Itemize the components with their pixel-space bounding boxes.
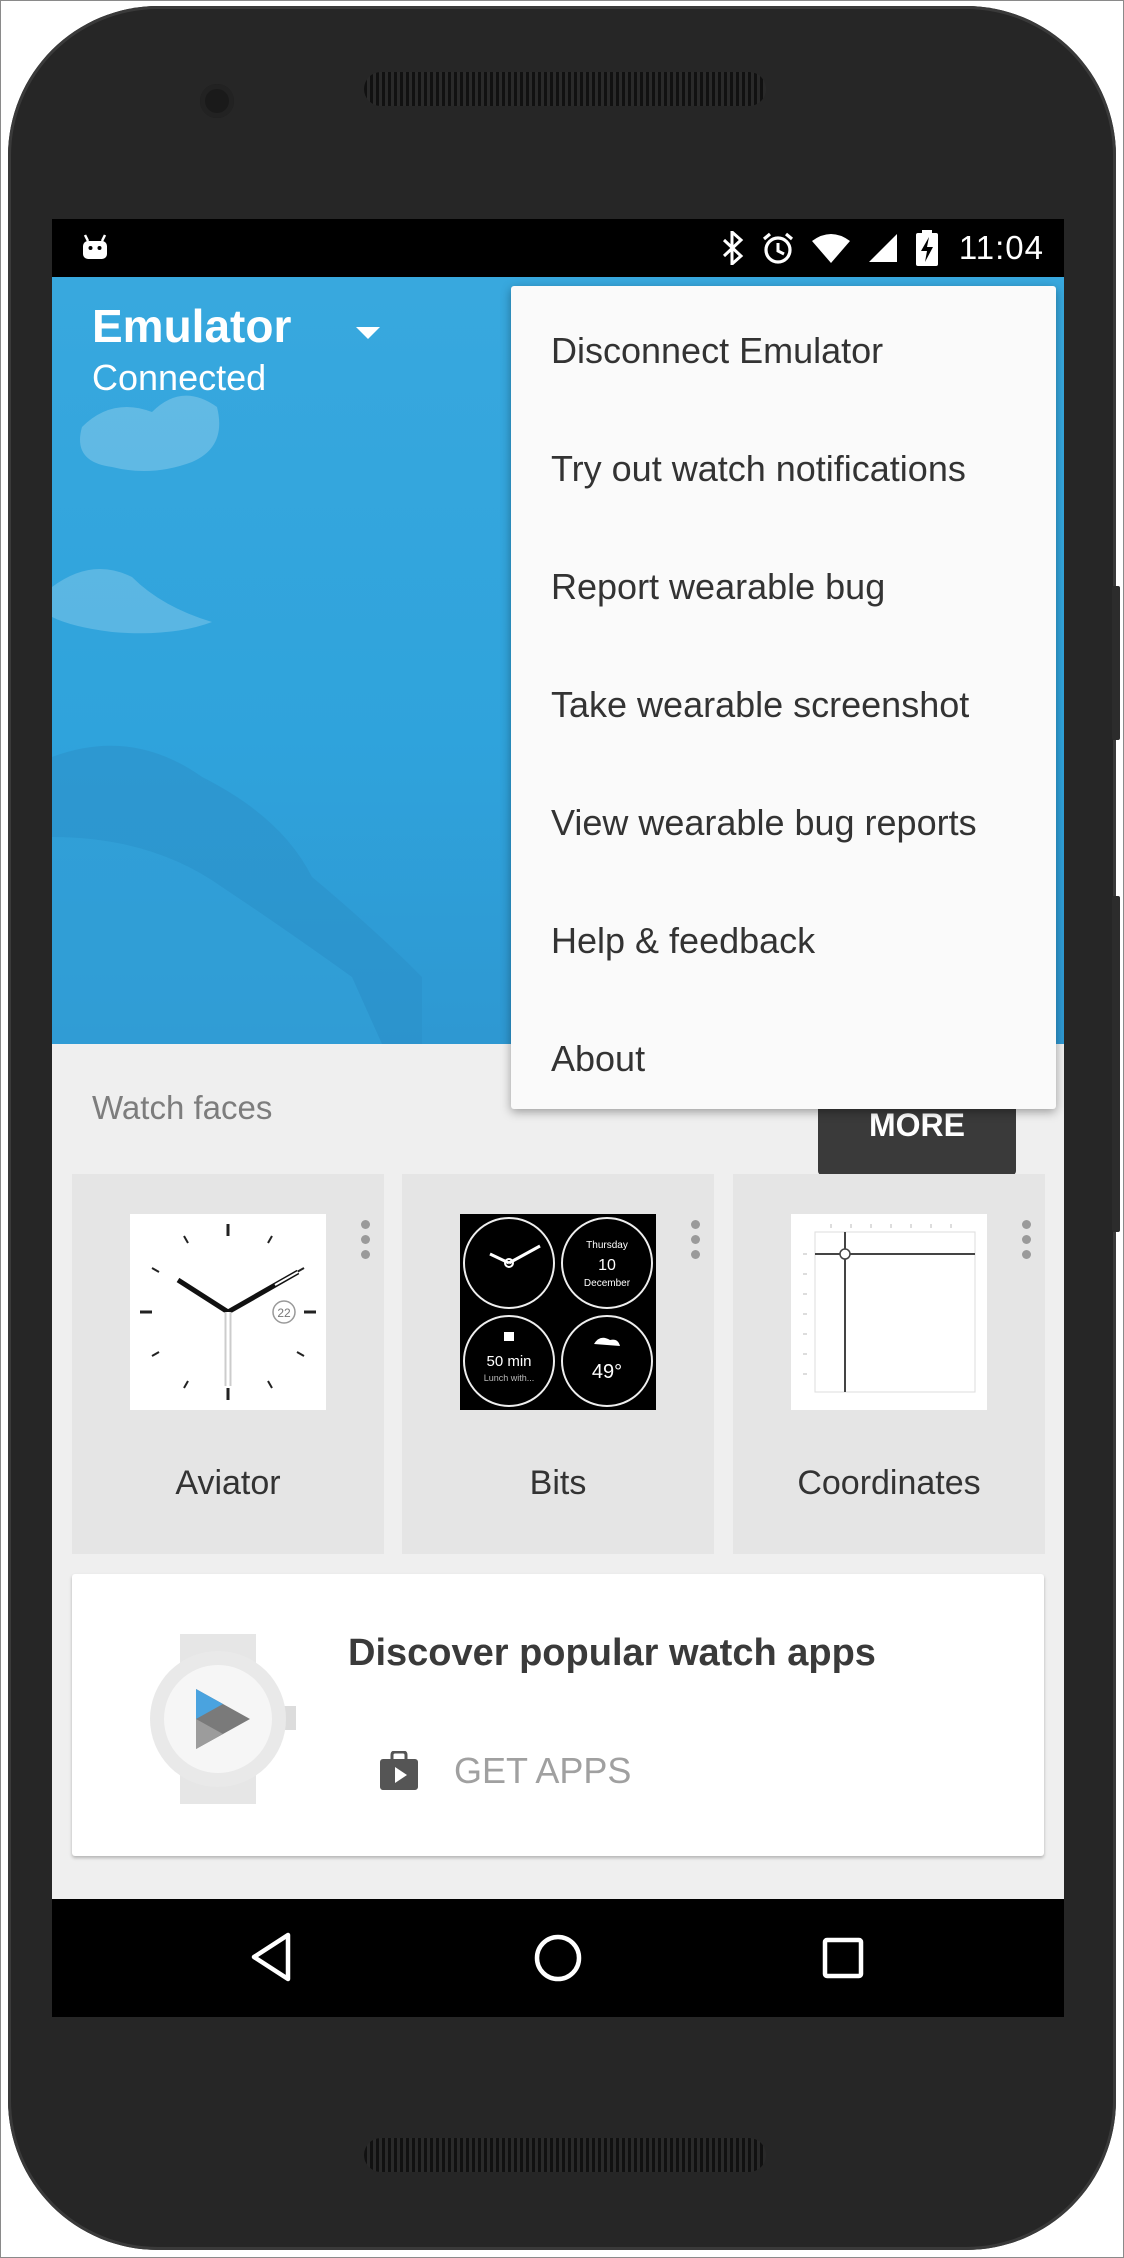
watch-face-thumbnail — [791, 1214, 987, 1410]
menu-item-view-bug-reports[interactable]: View wearable bug reports — [511, 764, 1056, 882]
wifi-icon — [811, 234, 850, 263]
power-button — [1112, 586, 1120, 740]
home-icon[interactable] — [533, 1933, 583, 1983]
discover-apps-card: Discover popular watch apps GET APPS — [72, 1574, 1044, 1856]
status-time: 11:04 — [958, 229, 1044, 266]
watch-face-card-bits[interactable]: Thursday 10 December 50 min Lunch with..… — [402, 1174, 714, 1554]
watch-face-menu-icon[interactable] — [1021, 1220, 1031, 1259]
device-dropdown-icon[interactable] — [356, 327, 380, 339]
device-status: Connected — [92, 357, 267, 398]
navigation-bar — [52, 1899, 1064, 2017]
watch-face-thumbnail: Thursday 10 December 50 min Lunch with..… — [460, 1214, 656, 1410]
bits-event-time: 50 min — [486, 1353, 531, 1370]
watch-face-card-aviator[interactable]: 22 Aviator — [72, 1174, 384, 1554]
bits-day: Thursday — [586, 1240, 628, 1251]
bits-event-text: Lunch with... — [484, 1373, 535, 1383]
overflow-menu: Disconnect Emulator Try out watch notifi… — [511, 286, 1056, 1109]
bits-date: 10 — [598, 1257, 616, 1274]
watch-face-name: Bits — [529, 1464, 587, 1502]
menu-item-help-feedback[interactable]: Help & feedback — [511, 882, 1056, 1000]
menu-item-about[interactable]: About — [511, 1000, 1056, 1118]
cellular-icon — [868, 234, 897, 262]
watch-play-store-icon — [150, 1634, 296, 1804]
watch-face-menu-icon[interactable] — [360, 1220, 370, 1259]
screen: 11:04 Emulator Connected Watch faces MOR… — [52, 219, 1064, 2017]
menu-item-report-bug[interactable]: Report wearable bug — [511, 528, 1056, 646]
menu-item-try-notifications[interactable]: Try out watch notifications — [511, 410, 1056, 528]
bits-temperature: 49° — [592, 1361, 622, 1383]
watch-face-card-coordinates[interactable]: Coordinates — [733, 1174, 1045, 1554]
watch-face-menu-icon[interactable] — [690, 1220, 700, 1259]
calendar-icon — [504, 1332, 514, 1341]
watch-face-name: Aviator — [175, 1464, 281, 1502]
battery-charging-icon — [915, 230, 938, 266]
bits-month: December — [584, 1278, 631, 1289]
bottom-speaker — [364, 2138, 766, 2172]
front-camera — [200, 84, 234, 118]
volume-button — [1112, 896, 1120, 1232]
alarm-icon — [762, 232, 793, 264]
weather-icon — [594, 1337, 620, 1346]
top-speaker — [364, 72, 766, 106]
android-notification-icon — [83, 234, 107, 259]
bluetooth-icon — [722, 231, 744, 265]
get-apps-label: GET APPS — [454, 1750, 632, 1791]
menu-item-take-screenshot[interactable]: Take wearable screenshot — [511, 646, 1056, 764]
device-name[interactable]: Emulator — [92, 299, 291, 353]
get-apps-button[interactable]: GET APPS — [378, 1750, 631, 1792]
discover-apps-title: Discover popular watch apps — [348, 1632, 876, 1674]
status-bar: 11:04 — [52, 219, 1064, 277]
play-store-bag-icon — [380, 1751, 418, 1790]
watch-face-thumbnail: 22 — [130, 1214, 326, 1410]
menu-item-disconnect[interactable]: Disconnect Emulator — [511, 286, 1056, 410]
back-icon[interactable] — [248, 1931, 296, 1983]
watch-faces-label: Watch faces — [92, 1089, 273, 1126]
aviator-date-badge: 22 — [277, 1306, 291, 1320]
recents-icon[interactable] — [821, 1936, 865, 1980]
watch-face-name: Coordinates — [797, 1464, 981, 1502]
